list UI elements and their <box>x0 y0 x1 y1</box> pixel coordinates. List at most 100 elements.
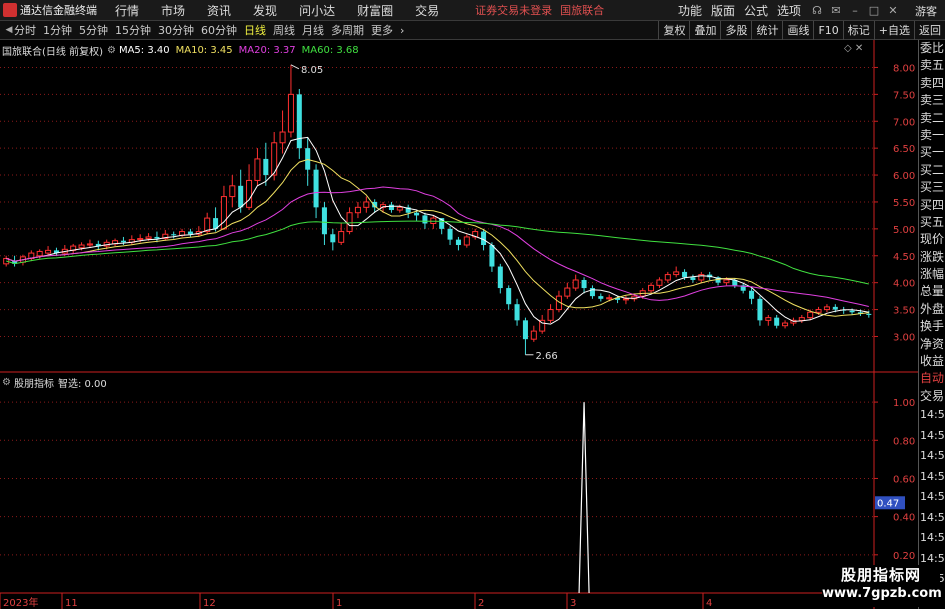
indicator-settings-icon[interactable]: ⚙ <box>2 377 11 388</box>
candle-body <box>263 158 269 176</box>
menu-discover[interactable]: 发现 <box>253 2 277 19</box>
menu-ask[interactable]: 问小达 <box>299 2 335 19</box>
ma10-label: MA10: 3.45 <box>175 45 233 56</box>
period-daily[interactable]: 日线 <box>244 22 266 38</box>
x-tick-label: 3 <box>570 598 576 609</box>
tool-adjust[interactable]: 复权 <box>658 21 689 40</box>
candle-body <box>137 238 144 241</box>
candle-body <box>807 311 814 319</box>
candle-body <box>45 249 52 254</box>
candle-body <box>648 284 655 292</box>
tool-stats[interactable]: 统计 <box>751 21 782 40</box>
stock-name[interactable]: 国旅联合(日线 前复权) <box>2 43 103 58</box>
period-more[interactable]: 更多 <box>371 22 393 38</box>
guest-label[interactable]: 游客 <box>915 3 937 19</box>
minimize-icon[interactable]: – <box>848 4 862 18</box>
menu-options[interactable]: 选项 <box>777 2 801 19</box>
candle-body <box>522 320 528 340</box>
period-toolbar: ◀ 分时 1分钟 5分钟 15分钟 30分钟 60分钟 日线 周线 月线 多周期… <box>0 21 945 40</box>
quote-field: 卖五 <box>920 58 945 73</box>
candle-body <box>506 288 512 305</box>
quote-field: 买一 <box>920 145 945 160</box>
menu-wealth[interactable]: 财富圈 <box>357 2 393 19</box>
candle-body <box>279 131 286 144</box>
candle-body <box>606 297 613 300</box>
quote-field: 买四 <box>920 197 945 212</box>
more-chevron-icon[interactable]: › <box>400 24 404 37</box>
candle-body <box>305 148 311 170</box>
tool-multi[interactable]: 多股 <box>720 21 751 40</box>
quote-field: 外盘 <box>920 301 945 316</box>
ma20-label: MA20: 3.37 <box>238 45 296 56</box>
tool-return[interactable]: 返回 <box>914 21 945 40</box>
candle-body <box>547 309 554 321</box>
candle-body <box>346 212 353 233</box>
period-timeline[interactable]: 分时 <box>14 22 36 38</box>
x-tick-label: 1 <box>336 598 342 609</box>
x-tick-label: 2 <box>478 598 484 609</box>
candle-body <box>145 236 152 240</box>
menu-market[interactable]: 市场 <box>161 2 185 19</box>
period-multi[interactable]: 多周期 <box>331 22 364 38</box>
tool-add-watchlist[interactable]: +自选 <box>873 21 914 40</box>
candle-body <box>664 274 671 281</box>
menu-layout[interactable]: 版面 <box>711 2 735 19</box>
settings-icon[interactable]: ⚙ <box>107 45 116 56</box>
indicator-chart[interactable]: 1.000.800.600.400.200.472023年 11 12 1 2 3 4 <box>0 373 945 609</box>
candle-body <box>656 279 663 286</box>
close-chart-icon[interactable]: ✕ <box>855 43 863 54</box>
period-15min[interactable]: 15分钟 <box>115 22 151 38</box>
candle-body <box>598 296 604 299</box>
candle-body <box>254 158 261 181</box>
y-tick-label: 5.00 <box>893 225 915 236</box>
close-icon[interactable]: ✕ <box>886 4 900 18</box>
envelope-icon[interactable]: ✉ <box>829 4 843 18</box>
candle-body <box>229 185 236 198</box>
notice-stock: 国旅联合 <box>560 4 605 17</box>
headset-icon[interactable]: ☊ <box>810 4 824 18</box>
tool-draw[interactable]: 画线 <box>782 21 813 40</box>
quote-field: 自动 <box>920 371 945 386</box>
right-menu: 功能 版面 公式 选项 ☊ ✉ – □ ✕ 游客 <box>678 0 945 21</box>
indicator-name[interactable]: 股朋指标 <box>14 375 54 390</box>
app-logo-icon <box>3 3 17 17</box>
candle-body <box>330 234 336 243</box>
candle-body <box>757 298 763 321</box>
menu-function[interactable]: 功能 <box>678 2 702 19</box>
back-arrow-icon[interactable]: ◀ <box>4 25 14 35</box>
candle-body <box>414 212 420 216</box>
tool-f10[interactable]: F10 <box>813 21 842 40</box>
period-30min[interactable]: 30分钟 <box>158 22 194 38</box>
menu-quotes[interactable]: 行情 <box>115 2 139 19</box>
login-notice[interactable]: 证券交易未登录 <box>475 2 552 18</box>
menu-formula[interactable]: 公式 <box>744 2 768 19</box>
app-title: 通达信金融终端 <box>20 4 97 17</box>
menu-trade[interactable]: 交易 <box>415 2 439 19</box>
pin-icon[interactable]: ◇ <box>844 43 852 54</box>
candle-body <box>78 244 85 249</box>
period-monthly[interactable]: 月线 <box>302 22 324 38</box>
y-tick-label: 5.50 <box>893 198 915 209</box>
ma60-line <box>6 220 869 285</box>
period-1min[interactable]: 1分钟 <box>43 22 72 38</box>
quote-field: 交易 <box>920 388 945 403</box>
quote-field: 卖一 <box>920 127 945 142</box>
candle-body <box>832 306 838 310</box>
y-tick-label: 4.00 <box>893 279 915 290</box>
candle-body <box>673 271 680 276</box>
candle-body <box>690 277 696 280</box>
candle-body <box>866 313 872 315</box>
tool-overlay[interactable]: 叠加 <box>689 21 720 40</box>
candle-body <box>481 231 487 246</box>
menu-news[interactable]: 资讯 <box>207 2 231 19</box>
tick-time: 14:56 <box>920 531 945 545</box>
candlestick-chart[interactable]: 8.00 7.50 7.00 6.50 6.00 5.50 5.00 4.50 4.00 3.50… <box>0 40 945 373</box>
period-60min[interactable]: 60分钟 <box>201 22 237 38</box>
quote-panel: 委比 卖五 卖四 卖三 卖二 卖一 买一 买二 买三 买四 买五 现价 涨跌 涨幅 总量 外盘 换手 净资 收益 自动… <box>918 40 945 609</box>
x-tick-label: 4 <box>706 598 712 609</box>
tool-mark[interactable]: 标记 <box>842 21 874 40</box>
period-weekly[interactable]: 周线 <box>273 22 295 38</box>
period-5min[interactable]: 5分钟 <box>79 22 108 38</box>
maximize-icon[interactable]: □ <box>867 4 881 18</box>
quote-field: 涨幅 <box>920 267 945 282</box>
